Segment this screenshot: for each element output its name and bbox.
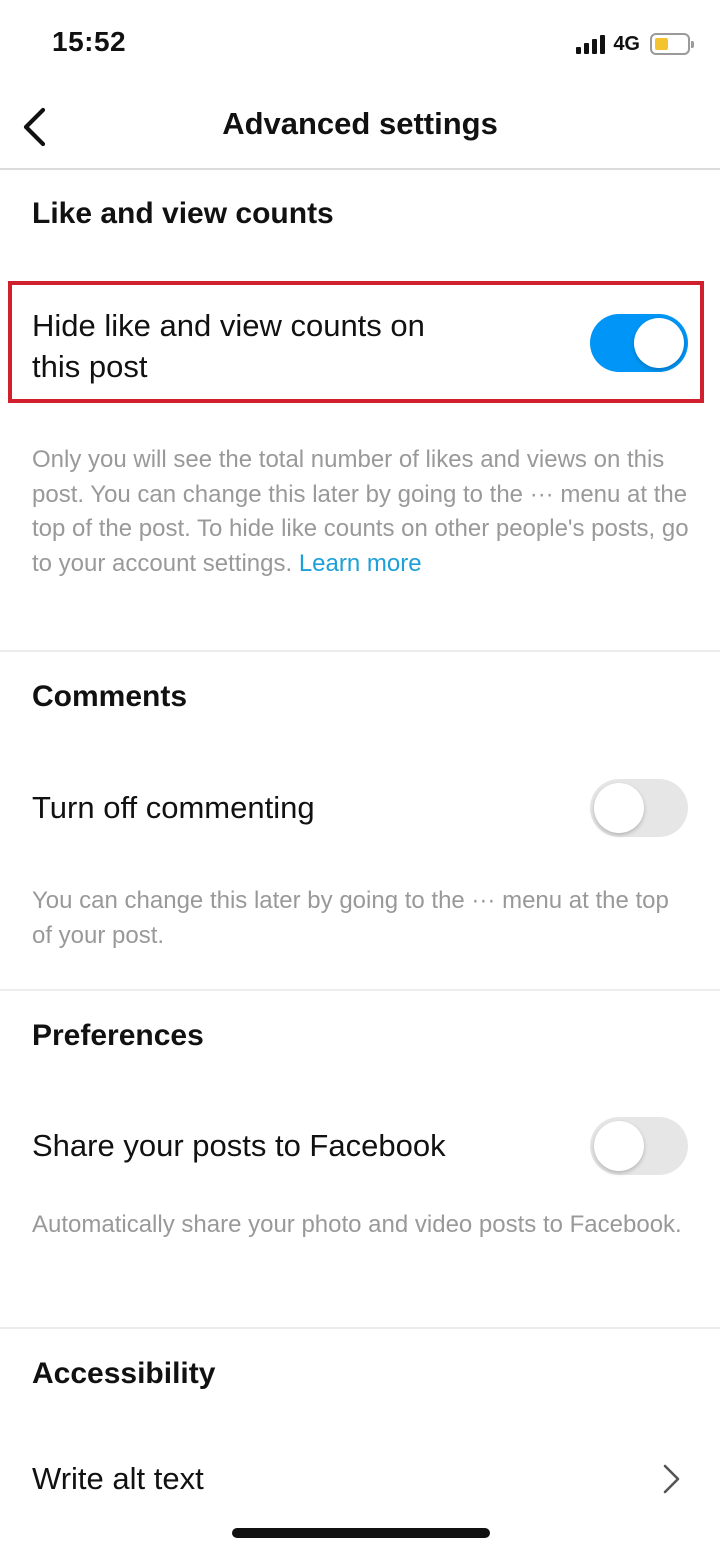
write-alt-text-item[interactable]: Write alt text xyxy=(32,1458,204,1499)
divider xyxy=(0,989,720,991)
network-type: 4G xyxy=(613,32,640,55)
page-title: Advanced settings xyxy=(222,106,498,141)
hide-counts-label: Hide like and view counts on this post xyxy=(32,308,425,384)
section-title-likes: Like and view counts xyxy=(32,197,334,230)
divider xyxy=(0,650,720,652)
section-title-accessibility: Accessibility xyxy=(32,1357,216,1390)
status-time: 15:52 xyxy=(52,26,127,57)
divider xyxy=(0,1327,720,1329)
toggle-knob xyxy=(594,783,644,833)
status-bar: 15:52 4G xyxy=(0,0,720,88)
home-indicator xyxy=(232,1528,490,1538)
chevron-right-icon[interactable] xyxy=(660,1462,684,1496)
preferences-description: Automatically share your photo and video… xyxy=(32,1211,682,1238)
toggle-knob xyxy=(594,1121,644,1171)
status-indicators: 4G xyxy=(576,30,694,58)
section-title-comments: Comments xyxy=(32,680,188,713)
section-title-preferences: Preferences xyxy=(32,1019,204,1052)
nav-header: Advanced settings xyxy=(0,88,720,170)
share-facebook-toggle[interactable] xyxy=(590,1117,688,1175)
signal-icon xyxy=(576,34,606,54)
hide-counts-toggle[interactable] xyxy=(590,314,688,372)
toggle-knob xyxy=(634,318,684,368)
battery-icon xyxy=(650,33,694,55)
share-facebook-label: Share your posts to Facebook xyxy=(32,1128,446,1163)
learn-more-link[interactable]: Learn more xyxy=(299,550,422,577)
comments-description: You can change this later by going to th… xyxy=(32,887,669,949)
turn-off-commenting-label: Turn off commenting xyxy=(32,790,315,825)
turn-off-commenting-toggle[interactable] xyxy=(590,779,688,837)
likes-description: Only you will see the total number of li… xyxy=(32,446,689,577)
